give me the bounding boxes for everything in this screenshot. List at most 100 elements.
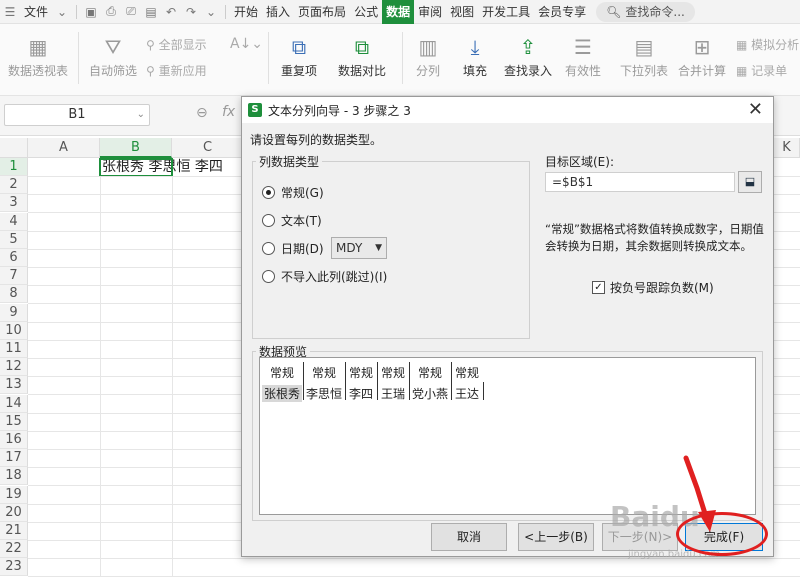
preview-cell[interactable]: 王瑞 [378,385,408,402]
find-entry-button[interactable]: ⇪ 查找录入 [502,32,554,79]
pivot-table-button[interactable]: ▦ 数据透视表 [6,32,70,79]
checkbox-checked-icon[interactable]: ✓ [592,281,605,294]
name-box[interactable]: B1 ⌄ [4,104,150,126]
preview-cell[interactable]: 党小燕 [410,385,450,402]
range-picker-icon[interactable]: ⬓ [738,171,762,193]
row-header[interactable]: 6 [0,249,28,267]
tab-insert[interactable]: 插入 [262,0,294,24]
undo-icon[interactable]: ↶ [161,0,181,24]
row-header[interactable]: 22 [0,540,28,559]
column-header-a[interactable]: A [28,138,100,158]
command-search[interactable]: 🔍︎ 查找命令... [596,1,695,22]
row-header[interactable]: 7 [0,267,28,286]
preview-cell-selected[interactable]: 张根秀 [262,385,302,402]
radio-skip[interactable]: 不导入此列(跳过)(I) [262,268,387,285]
preview-cell[interactable]: 李四 [346,385,376,402]
column-header-k[interactable]: K [774,138,800,158]
row-header[interactable]: 9 [0,303,28,322]
reapply-icon: ⚲ [146,64,159,78]
consolidate-button[interactable]: ⊞ 合并计算 [676,32,728,79]
row-header[interactable]: 17 [0,449,28,468]
row-header[interactable]: 16 [0,431,28,449]
tab-start[interactable]: 开始 [230,0,262,24]
file-menu[interactable]: 文件 [20,0,52,24]
tab-formula[interactable]: 公式 [350,0,382,24]
date-format-select[interactable]: MDY ▼ [331,237,387,259]
autofilter-button[interactable]: ⛛ 自动筛选 [86,32,140,79]
radio-button[interactable] [262,270,275,283]
save-icon[interactable]: ▣ [81,0,101,24]
duplicates-button[interactable]: ⧉ 重复项 [274,32,324,79]
validity-button[interactable]: ☰ 有效性 [560,32,606,79]
select-all-corner[interactable] [0,138,28,158]
redo-icon[interactable]: ↷ [181,0,201,24]
compare-button[interactable]: ⧉ 数据对比 [332,32,392,79]
show-all-button[interactable]: ⚲ 全部显示 [146,36,207,53]
compare-label: 数据对比 [337,64,386,78]
row-header[interactable]: 23 [0,558,28,577]
row-header[interactable]: 5 [0,230,28,249]
preview-cell[interactable]: 王达 [452,385,482,402]
negative-sign-checkbox[interactable]: ✓ 按负号跟踪负数(M) [592,279,714,296]
cancel-button[interactable]: 取消 [431,523,507,551]
row-header[interactable]: 12 [0,358,28,377]
row-header[interactable]: 8 [0,285,28,304]
radio-general[interactable]: 常规(G) [262,184,324,201]
find-entry-icon: ⇪ [519,35,537,59]
row-header[interactable]: 14 [0,394,28,413]
row-header[interactable]: 20 [0,503,28,522]
target-range-input[interactable]: =$B$1 [545,172,735,192]
sort-icon[interactable]: A↓⌄ [230,36,263,52]
dropdown-list-button[interactable]: ▤ 下拉列表 [618,32,670,79]
export-icon[interactable]: ⎙ [101,0,121,24]
print-icon[interactable]: ⎚ [121,0,141,24]
row-header[interactable]: 10 [0,321,28,340]
chevron-down-icon[interactable]: ⌄ [137,105,145,125]
row-header[interactable]: 1 [0,158,28,176]
row-header[interactable]: 3 [0,194,28,213]
tab-review[interactable]: 审阅 [414,0,446,24]
fill-button[interactable]: ⤓ 填充 [455,32,495,79]
validity-icon: ☰ [574,35,592,59]
data-preview[interactable]: 常规 常规 常规 常规 常规 常规 张根秀 李思恒 李四 王瑞 党小燕 王达 [259,357,756,515]
radio-button-checked[interactable] [262,186,275,199]
tab-member[interactable]: 会员专享 [534,0,590,24]
back-button[interactable]: <上一步(B) [518,523,594,551]
separator [268,32,269,84]
format-description: “常规”数据格式将数值转换成数字，日期值会转换为日期，其余数据则转换成文本。 [545,222,764,253]
row-header[interactable]: 15 [0,412,28,431]
tab-view[interactable]: 视图 [446,0,478,24]
separator [78,32,79,84]
reapply-button[interactable]: ⚲ 重新应用 [146,62,207,79]
tab-data[interactable]: 数据 [382,0,415,24]
simulate-button[interactable]: ▦ 模拟分析 [736,36,799,53]
hamburger-icon[interactable]: ☰ [0,0,20,24]
split-button[interactable]: ▥ 分列 [408,32,448,79]
tab-page-layout[interactable]: 页面布局 [294,0,350,24]
row-header[interactable]: 19 [0,485,28,504]
column-header-c[interactable]: C [172,138,244,158]
radio-button[interactable] [262,242,275,255]
record-button[interactable]: ▦ 记录单 [736,62,787,79]
radio-button[interactable] [262,214,275,227]
more-icon[interactable]: ⌄ [201,0,221,24]
record-icon: ▦ [736,64,752,78]
radio-date[interactable]: 日期(D) [262,240,324,257]
column-header-b[interactable]: B [100,138,172,158]
chevron-down-icon[interactable]: ⌄ [52,0,72,24]
zoom-icon[interactable]: ⊖ [196,105,208,121]
preview-header: 常规 [454,366,479,380]
preview-icon[interactable]: ▤ [141,0,161,24]
preview-cell[interactable]: 李思恒 [304,385,344,402]
tab-developer[interactable]: 开发工具 [478,0,534,24]
row-header[interactable]: 11 [0,340,28,358]
radio-text[interactable]: 文本(T) [262,212,322,229]
row-header[interactable]: 2 [0,176,28,195]
fx-button[interactable]: fx [222,104,235,120]
row-header[interactable]: 21 [0,522,28,540]
row-header[interactable]: 4 [0,212,28,231]
row-header[interactable]: 13 [0,376,28,395]
column-separator[interactable] [483,382,484,400]
row-header[interactable]: 18 [0,467,28,486]
close-icon[interactable]: ✕ [748,99,763,120]
